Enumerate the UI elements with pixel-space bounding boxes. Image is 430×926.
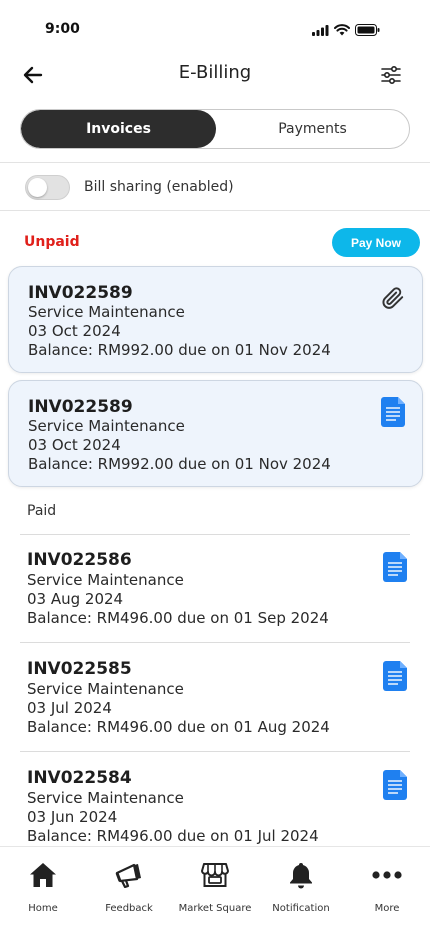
nav-notification[interactable]: Notification	[258, 847, 344, 926]
bill-sharing-toggle[interactable]	[25, 174, 70, 200]
toggle-knob	[28, 177, 47, 197]
divider	[0, 210, 430, 211]
unpaid-invoice-card[interactable]: INV022589 Service Maintenance 03 Oct 202…	[8, 266, 423, 373]
nav-more[interactable]: More	[344, 847, 430, 926]
wifi-icon	[334, 24, 350, 36]
tab-switcher: Invoices Payments	[20, 109, 410, 149]
filter-button[interactable]	[378, 62, 404, 88]
document-icon[interactable]	[382, 552, 408, 582]
home-icon	[29, 861, 57, 889]
invoice-number: INV022584	[27, 768, 132, 788]
invoice-balance: Balance: RM496.00 due on 01 Aug 2024	[27, 718, 330, 736]
nav-more-label: More	[374, 903, 400, 914]
invoice-service: Service Maintenance	[27, 789, 184, 807]
invoice-number: INV022586	[27, 550, 132, 570]
battery-icon	[355, 24, 380, 36]
bill-sharing-row: Bill sharing (enabled)	[25, 174, 234, 200]
sliders-icon	[381, 66, 401, 84]
nav-notification-label: Notification	[272, 903, 330, 914]
nav-market-square[interactable]: Market Square	[172, 847, 258, 926]
paperclip-icon[interactable]	[380, 283, 406, 313]
invoice-date: 03 Jul 2024	[27, 699, 112, 717]
invoice-service: Service Maintenance	[28, 303, 185, 321]
bill-sharing-label: Bill sharing (enabled)	[84, 179, 234, 195]
bell-icon	[288, 861, 314, 889]
nav-feedback[interactable]: Feedback	[86, 847, 172, 926]
invoice-date: 03 Oct 2024	[28, 322, 121, 340]
paid-invoice-row[interactable]: INV022586 Service Maintenance 03 Aug 202…	[20, 534, 410, 642]
tab-payments[interactable]: Payments	[216, 110, 409, 148]
pay-now-button[interactable]: Pay Now	[332, 228, 420, 257]
document-icon[interactable]	[382, 770, 408, 800]
paid-invoice-row[interactable]: INV022584 Service Maintenance 03 Jun 202…	[20, 752, 410, 860]
tab-invoices[interactable]: Invoices	[21, 110, 216, 148]
more-icon	[372, 861, 402, 889]
invoice-date: 03 Oct 2024	[28, 436, 121, 454]
document-icon[interactable]	[382, 661, 408, 691]
invoice-service: Service Maintenance	[27, 571, 184, 589]
unpaid-heading: Unpaid	[24, 234, 80, 250]
paid-invoice-row[interactable]: INV022585 Service Maintenance 03 Jul 202…	[20, 643, 410, 751]
invoice-balance: Balance: RM992.00 due on 01 Nov 2024	[28, 341, 331, 359]
invoice-number: INV022589	[28, 283, 133, 303]
invoice-service: Service Maintenance	[28, 417, 185, 435]
megaphone-icon	[114, 861, 144, 889]
nav-feedback-label: Feedback	[105, 903, 153, 914]
document-icon[interactable]	[380, 397, 406, 427]
status-time: 9:00	[45, 21, 80, 37]
page-title: E-Billing	[178, 62, 252, 83]
invoice-date: 03 Aug 2024	[27, 590, 124, 608]
nav-market-square-label: Market Square	[178, 903, 252, 914]
invoice-number: INV022585	[27, 659, 132, 679]
invoice-date: 03 Jun 2024	[27, 808, 118, 826]
header: E-Billing	[0, 56, 430, 96]
nav-home[interactable]: Home	[0, 847, 86, 926]
bottom-nav: Home Feedback Market Square Notification…	[0, 846, 430, 926]
invoice-service: Service Maintenance	[27, 680, 184, 698]
signal-icon	[312, 24, 329, 36]
status-icons	[312, 24, 380, 36]
nav-home-label: Home	[28, 903, 58, 914]
status-bar: 9:00	[0, 0, 430, 56]
unpaid-invoice-card[interactable]: INV022589 Service Maintenance 03 Oct 202…	[8, 380, 423, 487]
invoice-balance: Balance: RM496.00 due on 01 Sep 2024	[27, 609, 329, 627]
paid-heading: Paid	[27, 503, 57, 519]
invoice-balance: Balance: RM992.00 due on 01 Nov 2024	[28, 455, 331, 473]
store-icon	[201, 861, 229, 889]
divider	[0, 162, 430, 163]
invoice-number: INV022589	[28, 397, 133, 417]
invoice-balance: Balance: RM496.00 due on 01 Jul 2024	[27, 827, 319, 845]
